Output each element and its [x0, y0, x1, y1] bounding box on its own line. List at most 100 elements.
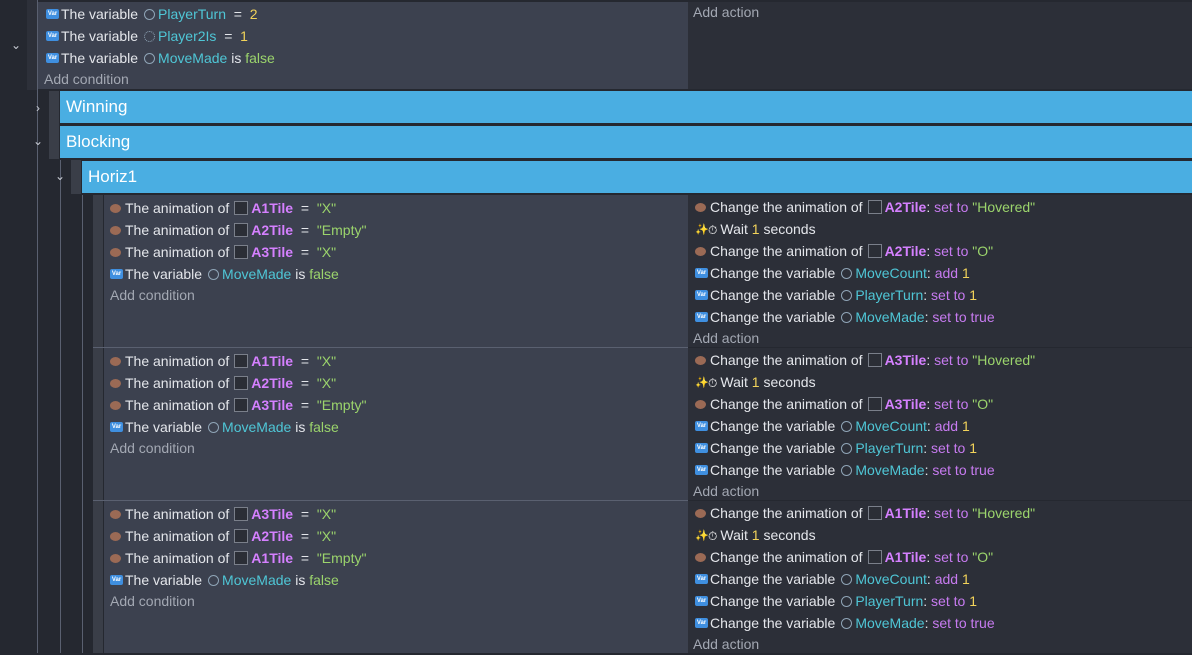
object-name: A1Tile: [884, 549, 927, 565]
scene-variable-icon: [841, 420, 853, 432]
condition-prefix: The animation of: [125, 506, 230, 522]
variable-icon: Var: [110, 575, 123, 586]
action-row[interactable]: Var Change the variable MoveMade: set to t…: [695, 306, 995, 328]
object-thumbnail-icon: [234, 201, 249, 216]
action-prefix: Change the animation of: [710, 352, 863, 368]
top-event-actions[interactable]: [688, 2, 1192, 89]
condition-row[interactable]: The animation of A2Tile = "X": [110, 372, 336, 394]
add-action-link[interactable]: Add action: [693, 480, 759, 502]
action-prefix: Wait: [720, 527, 748, 543]
object-name: A3Tile: [884, 352, 927, 368]
value: "X": [316, 353, 337, 369]
condition-row[interactable]: The animation of A1Tile = "X": [110, 197, 336, 219]
group-horiz1[interactable]: Horiz1: [82, 161, 1192, 193]
add-condition-link[interactable]: Add condition: [110, 284, 195, 306]
colon: :: [923, 440, 928, 456]
animation-icon: [695, 246, 706, 256]
object-name: A2Tile: [884, 199, 927, 215]
event-gutter: [93, 195, 103, 347]
variable-icon: Var: [695, 618, 708, 629]
action-row[interactable]: Var Change the variable MoveCount: add 1: [695, 415, 970, 437]
object-thumbnail-icon: [867, 353, 882, 368]
chevron-down-icon[interactable]: ⌄: [9, 38, 23, 52]
condition-row[interactable]: Var The variable MoveMade is false: [110, 263, 339, 285]
animation-icon: [110, 531, 121, 541]
action-prefix: Change the animation of: [710, 243, 863, 259]
add-condition-link[interactable]: Add condition: [110, 437, 195, 459]
condition-row[interactable]: The animation of A3Tile = "X": [110, 241, 336, 263]
object-name: A3Tile: [884, 396, 927, 412]
object-thumbnail-icon: [234, 223, 249, 238]
condition-row[interactable]: Var The variable MoveMade is false: [110, 569, 339, 591]
action-prefix: Change the variable: [710, 309, 836, 325]
value: 1: [751, 221, 760, 237]
variable-icon: Var: [695, 596, 708, 607]
variable-icon: Var: [695, 443, 708, 454]
value: 1: [961, 265, 970, 281]
scene-variable-icon: [208, 574, 220, 586]
condition-row[interactable]: The animation of A1Tile = "X": [110, 350, 336, 372]
operator: =: [300, 375, 310, 391]
action-row[interactable]: Change the animation of A2Tile: set to "O…: [695, 240, 993, 262]
timer-icon: ⏱: [708, 223, 718, 237]
operation: add: [934, 418, 959, 434]
chevron-right-icon[interactable]: ›: [31, 101, 45, 115]
action-row[interactable]: Change the animation of A1Tile: set to "H…: [695, 502, 1035, 524]
condition-row[interactable]: Var The variable PlayerTurn = 2: [46, 3, 258, 25]
chevron-down-icon[interactable]: ⌄: [53, 169, 67, 183]
value: 2: [249, 6, 258, 22]
condition-row[interactable]: The animation of A2Tile = "Empty": [110, 219, 366, 241]
add-condition-link[interactable]: Add condition: [110, 590, 195, 612]
condition-row[interactable]: Var The variable MoveMade is false: [46, 47, 275, 69]
add-action-link[interactable]: Add action: [693, 1, 759, 23]
condition-row[interactable]: The animation of A3Tile = "Empty": [110, 394, 366, 416]
condition-prefix: The animation of: [125, 550, 230, 566]
suffix: seconds: [763, 374, 816, 390]
action-row[interactable]: Var Change the variable PlayerTurn: set to…: [695, 284, 977, 306]
animation-icon: [695, 355, 706, 365]
colon: :: [926, 199, 931, 215]
object-thumbnail-icon: [234, 245, 249, 260]
action-row[interactable]: Var Change the variable MoveMade: set to t…: [695, 612, 995, 634]
action-row[interactable]: Var Change the variable PlayerTurn: set to…: [695, 437, 977, 459]
condition-row[interactable]: Var The variable MoveMade is false: [110, 416, 339, 438]
condition-row[interactable]: The animation of A1Tile = "Empty": [110, 547, 366, 569]
operator: =: [300, 397, 310, 413]
timer-icon: ⏱: [708, 376, 718, 390]
object-name: A3Tile: [251, 506, 294, 522]
action-row[interactable]: Change the animation of A1Tile: set to "O…: [695, 546, 993, 568]
condition-prefix: The animation of: [125, 200, 230, 216]
event-gutter: [93, 501, 103, 653]
chevron-down-icon[interactable]: ⌄: [31, 134, 45, 148]
action-row[interactable]: Change the animation of A3Tile: set to "H…: [695, 349, 1035, 371]
group-winning[interactable]: Winning: [60, 91, 1192, 123]
condition-row[interactable]: The animation of A2Tile = "X": [110, 525, 336, 547]
animation-icon: [110, 247, 121, 257]
condition-prefix: The animation of: [125, 244, 230, 260]
condition-row[interactable]: Var The variable Player2Is = 1: [46, 25, 248, 47]
variable-icon: Var: [110, 422, 123, 433]
action-row[interactable]: Change the animation of A2Tile: set to "H…: [695, 196, 1035, 218]
object-thumbnail-icon: [234, 398, 249, 413]
tree-gutter: [27, 0, 37, 90]
add-action-link[interactable]: Add action: [693, 633, 759, 655]
action-row[interactable]: Var Change the variable PlayerTurn: set to…: [695, 590, 977, 612]
add-action-link[interactable]: Add action: [693, 327, 759, 349]
variable-name: PlayerTurn: [855, 593, 924, 609]
operation: set to: [934, 243, 969, 259]
object-thumbnail-icon: [234, 507, 249, 522]
action-row[interactable]: Var Change the variable MoveCount: add 1: [695, 568, 970, 590]
action-row[interactable]: Var Change the variable MoveCount: add 1: [695, 262, 970, 284]
action-row[interactable]: Var Change the variable MoveMade: set to t…: [695, 459, 995, 481]
variable-name: MoveMade: [222, 572, 292, 588]
action-row[interactable]: Change the animation of A3Tile: set to "O…: [695, 393, 993, 415]
action-row[interactable]: ✨⏱ Wait 1 seconds: [695, 524, 816, 546]
group-blocking[interactable]: Blocking: [60, 126, 1192, 158]
colon: :: [926, 352, 931, 368]
add-condition-link[interactable]: Add condition: [44, 68, 129, 90]
value: "O": [972, 243, 994, 259]
action-row[interactable]: ✨⏱ Wait 1 seconds: [695, 218, 816, 240]
operator: =: [300, 353, 310, 369]
condition-row[interactable]: The animation of A3Tile = "X": [110, 503, 336, 525]
action-row[interactable]: ✨⏱ Wait 1 seconds: [695, 371, 816, 393]
